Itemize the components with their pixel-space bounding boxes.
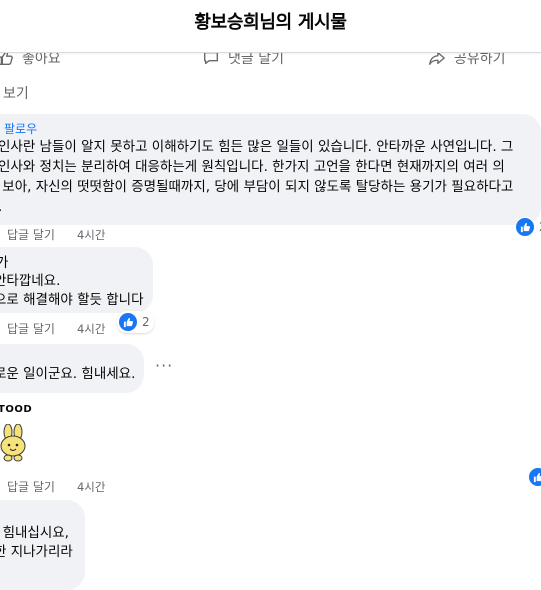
comment-time: 4시간 <box>76 228 106 242</box>
thumbs-up-icon <box>118 312 138 332</box>
comment-author-follow[interactable]: 팔로우 <box>4 120 37 137</box>
reply-link[interactable]: 답글 달기 <box>7 322 55 336</box>
thumbs-up-icon[interactable] <box>528 467 541 487</box>
reply-link[interactable]: 답글 달기 <box>7 480 55 494</box>
comment-text-line: 보아, 자신의 떳떳함이 증명될때까지, 당에 부담이 되지 않도록 탈당하는 … <box>0 179 514 195</box>
comment-text-line: 로운 일이군요. 힘내세요. <box>0 366 136 382</box>
comment-bubble: 로운 일이군요. 힘내세요. <box>0 344 144 393</box>
comment-meta: 답글 달기 4시간 <box>7 478 105 495</box>
reaction-count-value: 2 <box>142 315 150 329</box>
comment-meta: 답글 달기 4시간 <box>7 320 105 337</box>
comment-text-line: 안타깝네요. <box>0 273 61 289</box>
comment-bubble: 힘내십시요, 한 지나가리라 <box>0 500 85 590</box>
comment-text-line: . <box>0 197 2 217</box>
comment-text-line: 으로 해결해야 할듯 합니다 <box>0 292 144 308</box>
comment-text-line: 가 <box>0 255 9 271</box>
comment-time: 4시간 <box>76 480 106 494</box>
comment-time: 4시간 <box>76 322 106 336</box>
comment-text-line: 힘내십시요, <box>0 525 69 541</box>
comment-text-line: 인사란 남들이 알지 못하고 이해하기도 힘든 많은 일들이 있습니다. 안타까… <box>0 139 514 155</box>
reply-link[interactable]: 답글 달기 <box>7 228 55 242</box>
post-header: 황보승희님의 게시물 <box>0 0 541 53</box>
comment-text-line: 한 지나가리라 <box>0 544 73 560</box>
page-title: 황보승희님의 게시물 <box>194 12 347 33</box>
commenter-name[interactable]: TOOD <box>0 404 32 415</box>
sticker-icon <box>0 424 26 462</box>
comment-text-line: 인사와 정치는 분리하여 대응하는게 원칙입니다. 한가지 고언을 한다면 현재… <box>0 159 505 175</box>
comment-meta: 답글 달기 4시간 <box>7 226 105 243</box>
comment-bubble: 가 안타깝네요. 으로 해결해야 할듯 합니다 <box>0 247 153 313</box>
comment-bubble: 팔로우 인사란 남들이 알지 못하고 이해하기도 힘든 많은 일들이 있습니다.… <box>0 114 541 225</box>
more-options-icon[interactable]: ··· <box>155 356 173 375</box>
view-more-comments-link[interactable]: 보기 <box>3 83 29 103</box>
reaction-count[interactable]: 2 <box>515 217 541 237</box>
reaction-count[interactable]: 2 <box>117 311 154 333</box>
thumbs-up-icon <box>515 217 535 237</box>
